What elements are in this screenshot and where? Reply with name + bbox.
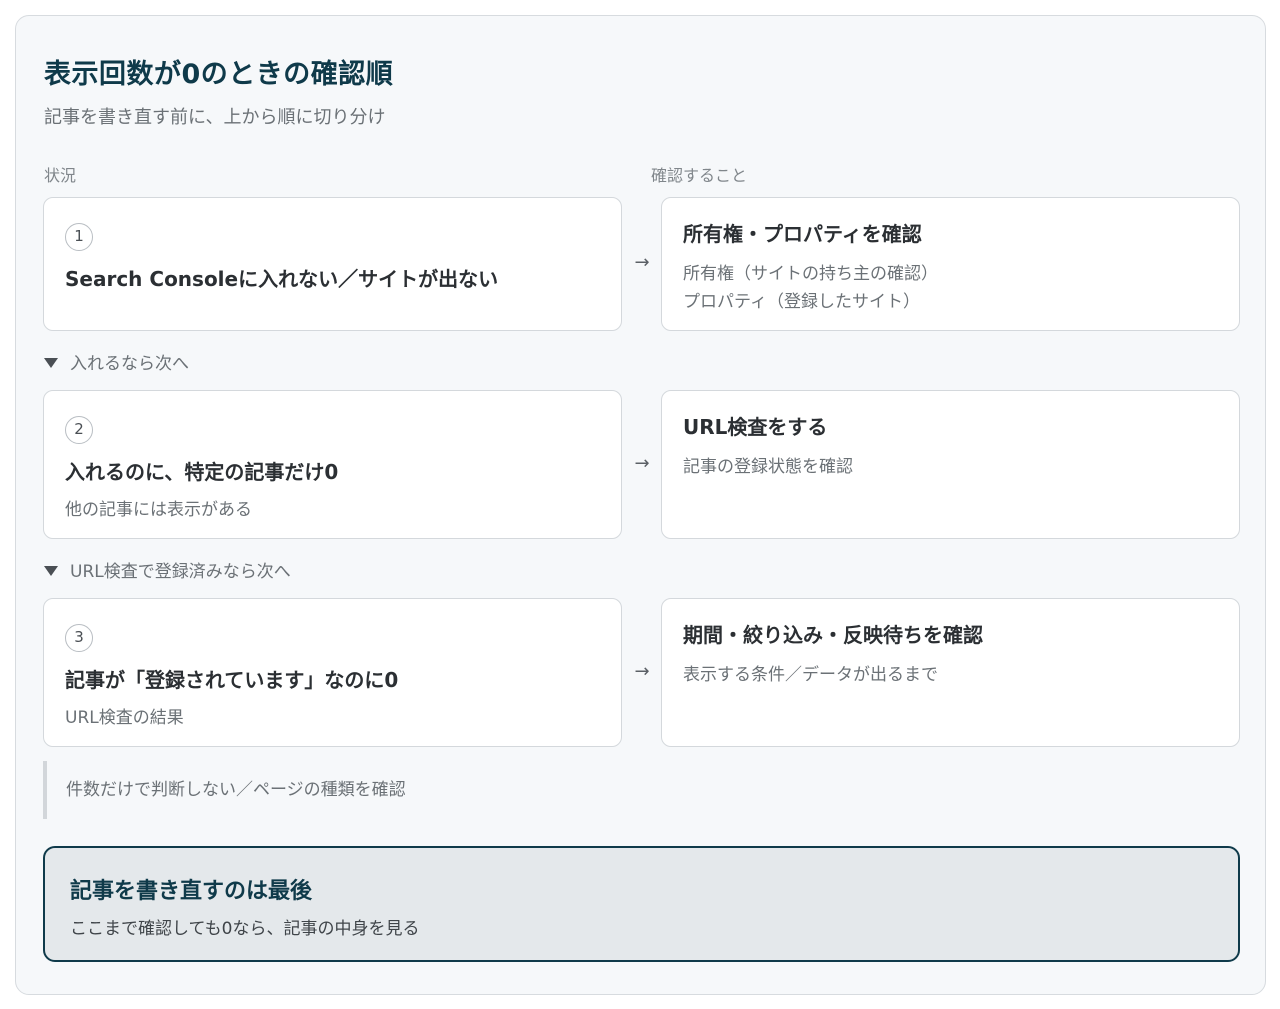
check-card-1: 所有権・プロパティを確認 所有権（サイトの持ち主の確認） プロパティ（登録したサ… — [661, 197, 1240, 331]
column-header-check: 確認すること — [651, 166, 748, 185]
page-subtitle: 記事を書き直す前に、上から順に切り分け — [44, 107, 386, 128]
connector-next-2: URL検査で登録済みなら次へ — [44, 557, 291, 582]
situation-title: 入れるのに、特定の記事だけ0 — [65, 460, 339, 484]
step-number-badge: 3 — [65, 624, 93, 652]
situation-title: Search Consoleに入れない／サイトが出ない — [65, 267, 499, 291]
caution-note: 件数だけで判断しない／ページの種類を確認 — [43, 761, 643, 819]
situation-subtext: 他の記事には表示がある — [65, 500, 252, 520]
situation-card-3: 3 記事が「登録されています」なのに0 URL検査の結果 — [43, 598, 622, 747]
situation-title: 記事が「登録されています」なのに0 — [65, 668, 399, 692]
final-title: 記事を書き直すのは最後 — [70, 879, 313, 904]
arrow-icon: → — [634, 252, 650, 273]
check-card-3: 期間・絞り込み・反映待ちを確認 表示する条件／データが出るまで — [661, 598, 1240, 747]
final-text: ここまで確認しても0なら、記事の中身を見る — [70, 919, 420, 939]
check-title: URL検査をする — [683, 415, 828, 439]
situation-card-2: 2 入れるのに、特定の記事だけ0 他の記事には表示がある — [43, 390, 622, 539]
triangle-down-icon — [44, 358, 58, 368]
situation-subtext: URL検査の結果 — [65, 708, 184, 728]
column-header-situation: 状況 — [44, 166, 77, 185]
check-line: プロパティ（登録したサイト） — [683, 292, 920, 312]
check-card-2: URL検査をする 記事の登録状態を確認 — [661, 390, 1240, 539]
check-title: 所有権・プロパティを確認 — [683, 222, 922, 246]
final-callout: 記事を書き直すのは最後 ここまで確認しても0なら、記事の中身を見る — [43, 846, 1240, 962]
connector-next-1: 入れるなら次へ — [44, 349, 189, 374]
step-number-badge: 1 — [65, 223, 93, 251]
triangle-down-icon — [44, 566, 58, 576]
connector-label: URL検査で登録済みなら次へ — [70, 562, 291, 582]
arrow-icon: → — [634, 453, 650, 474]
page-title: 表示回数が0のときの確認順 — [44, 59, 394, 90]
situation-card-1: 1 Search Consoleに入れない／サイトが出ない — [43, 197, 622, 331]
check-line: 所有権（サイトの持ち主の確認） — [683, 264, 938, 284]
step-number-badge: 2 — [65, 416, 93, 444]
flow-panel: 表示回数が0のときの確認順 記事を書き直す前に、上から順に切り分け 状況 確認す… — [15, 15, 1266, 995]
arrow-icon: → — [634, 661, 650, 682]
check-line: 表示する条件／データが出るまで — [683, 665, 938, 685]
check-line: 記事の登録状態を確認 — [683, 457, 853, 477]
connector-label: 入れるなら次へ — [70, 354, 189, 374]
check-title: 期間・絞り込み・反映待ちを確認 — [683, 623, 983, 647]
